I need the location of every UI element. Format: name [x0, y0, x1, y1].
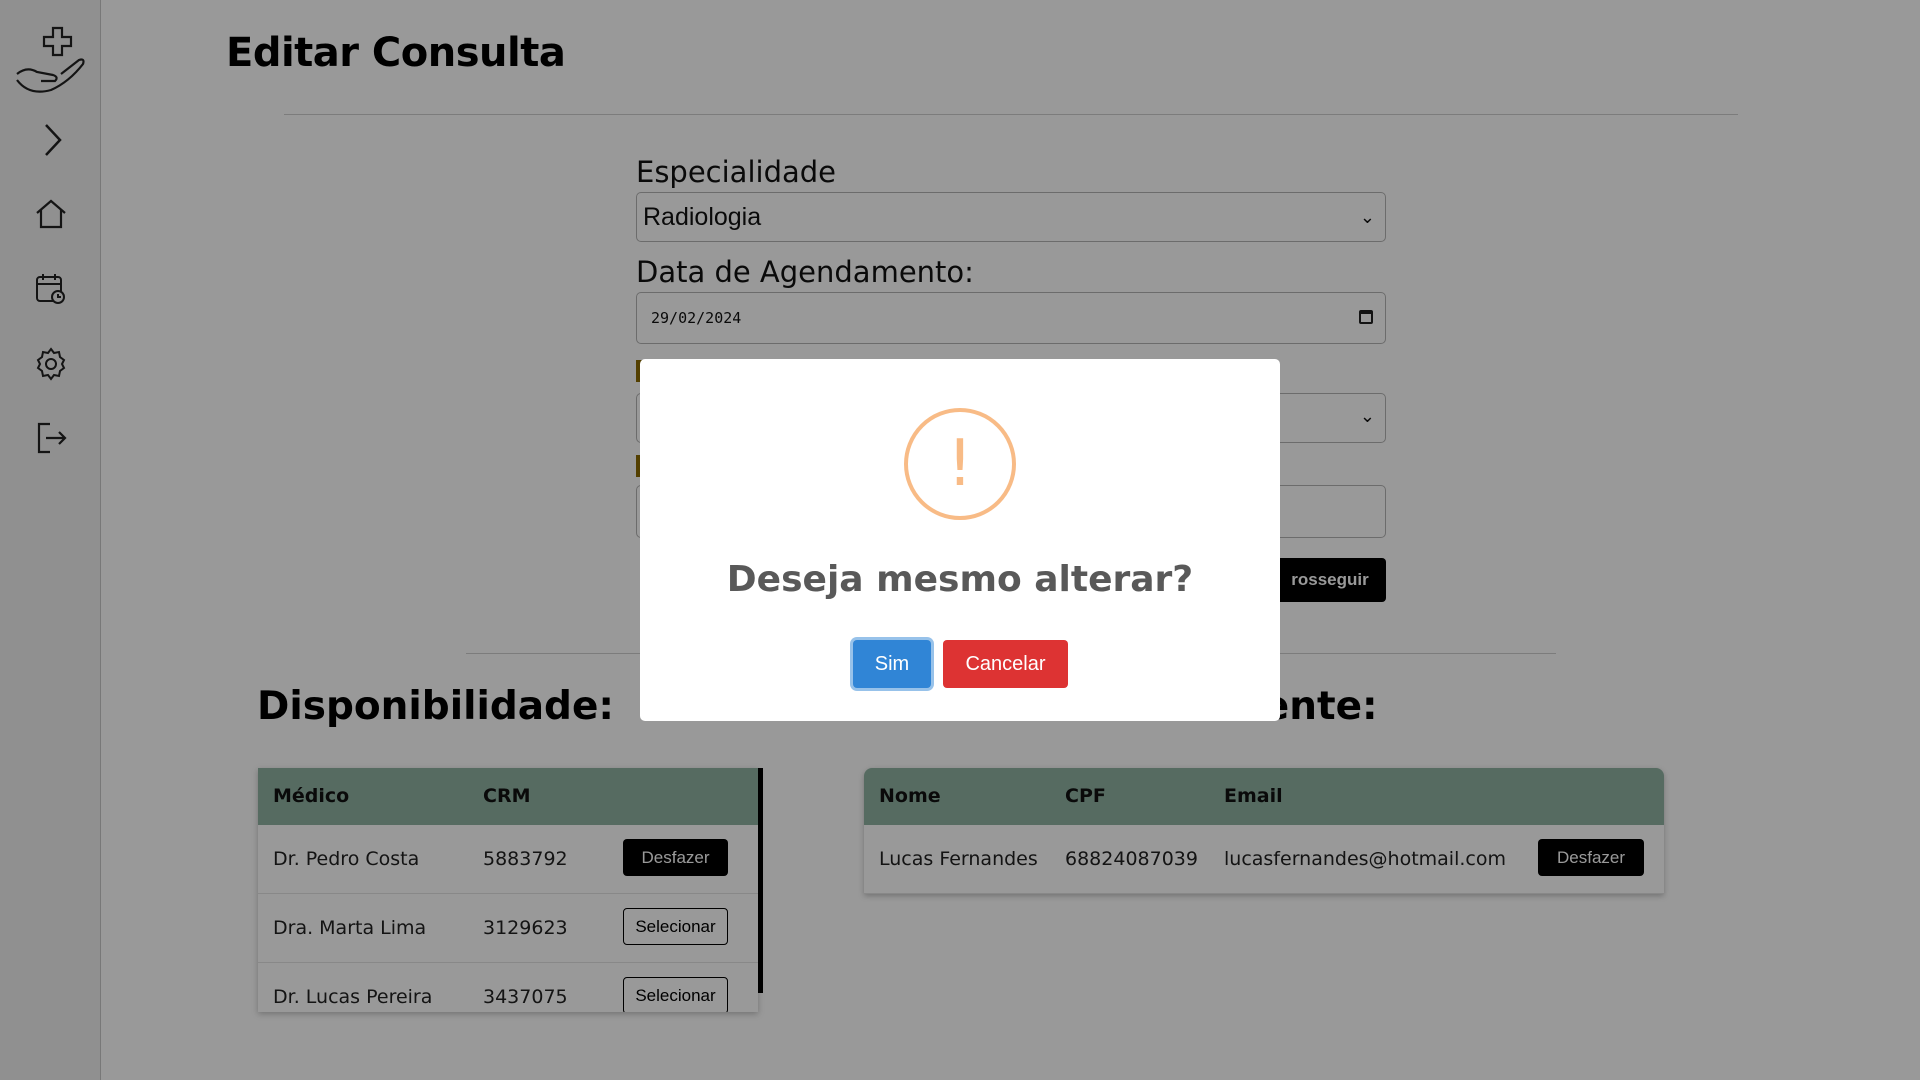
dialog-title: Deseja mesmo alterar? — [726, 559, 1194, 600]
warning-icon: ! — [904, 408, 1016, 520]
confirm-dialog: ! Deseja mesmo alterar? Sim Cancelar — [640, 359, 1280, 721]
cancel-button[interactable]: Cancelar — [943, 640, 1068, 688]
confirm-button[interactable]: Sim — [853, 640, 931, 688]
